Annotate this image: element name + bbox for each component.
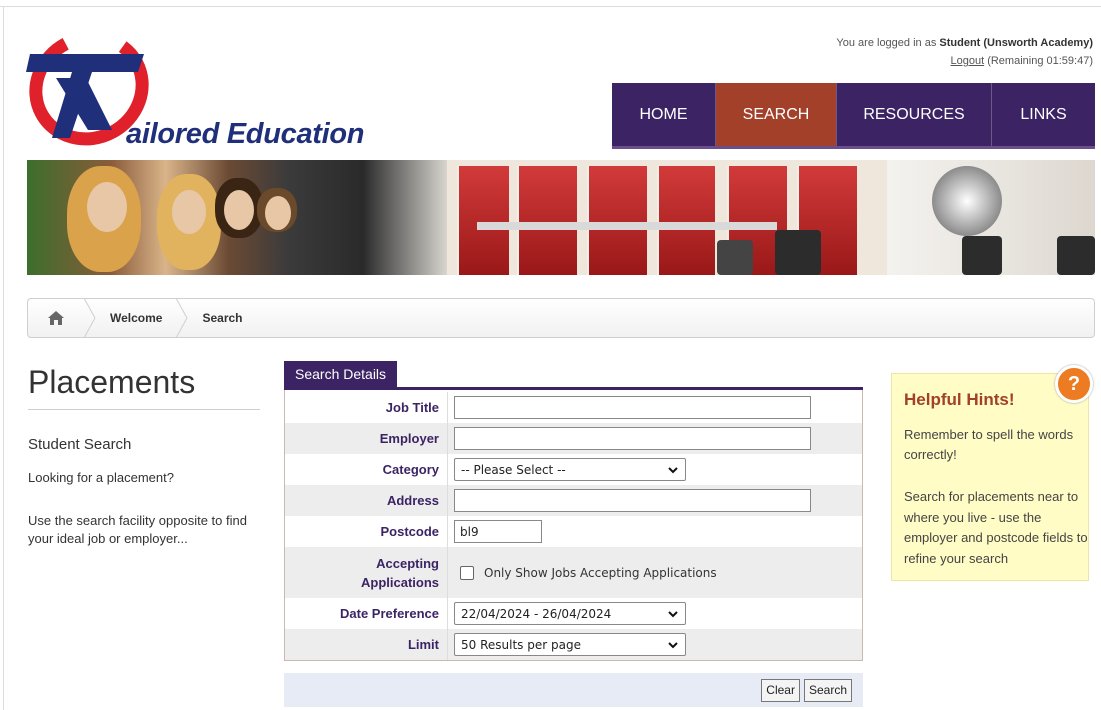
row-postcode: Postcode: [285, 516, 862, 547]
category-selected-value: -- Please Select --: [461, 462, 566, 477]
category-select[interactable]: -- Please Select --: [454, 458, 686, 481]
row-employer: Employer: [285, 423, 862, 454]
row-date-preference: Date Preference 22/04/2024 - 26/04/2024: [285, 598, 862, 629]
chevron-down-icon: [668, 610, 678, 617]
breadcrumb: Welcome Search: [27, 298, 1095, 338]
nav-home[interactable]: HOME: [612, 83, 716, 146]
accepting-label: Accepting Applications: [285, 547, 448, 598]
intro-text: Looking for a placement?: [28, 470, 174, 485]
job-title-label: Job Title: [285, 392, 448, 423]
breadcrumb-separator-icon: [176, 298, 189, 338]
breadcrumb-separator-icon: [84, 298, 96, 338]
search-form: Job Title Employer Category -- Please Se…: [284, 390, 863, 661]
search-details-tab: Search Details: [284, 361, 398, 388]
page-title: Placements: [28, 364, 196, 400]
limit-select[interactable]: 50 Results per page: [454, 633, 686, 656]
date-preference-value: 22/04/2024 - 26/04/2024: [461, 606, 612, 621]
nav-search[interactable]: SEARCH: [716, 83, 837, 146]
helpful-hints-panel: Helpful Hints! Remember to spell the wor…: [891, 373, 1089, 581]
employer-input[interactable]: [454, 427, 811, 450]
nav-resources[interactable]: RESOURCES: [837, 83, 992, 146]
session-remaining: (Remaining 01:59:47): [987, 55, 1093, 67]
home-icon: [48, 311, 64, 325]
hint-spelling: Remember to spell the words correctly!: [904, 427, 1074, 462]
title-divider: [28, 409, 260, 410]
date-preference-select[interactable]: 22/04/2024 - 26/04/2024: [454, 602, 686, 625]
accepting-label-line2: Applications: [360, 574, 439, 590]
clear-button[interactable]: Clear: [761, 678, 800, 702]
login-user: Student (Unsworth Academy): [939, 37, 1093, 49]
job-title-input[interactable]: [454, 396, 811, 419]
search-button[interactable]: Search: [803, 678, 852, 702]
breadcrumb-home[interactable]: [28, 299, 84, 337]
row-accepting: Accepting Applications Only Show Jobs Ac…: [285, 547, 862, 598]
row-job-title: Job Title: [285, 392, 862, 423]
postcode-input[interactable]: [454, 520, 542, 543]
row-limit: Limit 50 Results per page: [285, 629, 862, 660]
help-question-icon[interactable]: ?: [1055, 365, 1093, 403]
login-prefix: You are logged in as: [836, 37, 937, 49]
header-banner-image: [27, 160, 1095, 275]
frame-border-top: [0, 6, 1101, 7]
date-preference-label: Date Preference: [285, 598, 448, 629]
hints-title: Helpful Hints!: [904, 390, 1015, 409]
logo-text: ailored Education: [126, 118, 365, 150]
hint-location: Search for placements near to where you …: [904, 489, 1088, 566]
accepting-checkbox-label[interactable]: Only Show Jobs Accepting Applications: [484, 566, 717, 580]
limit-label: Limit: [285, 629, 448, 660]
address-label: Address: [285, 485, 448, 516]
breadcrumb-search: Search: [202, 311, 243, 325]
main-nav: HOME SEARCH RESOURCES LINKS: [612, 83, 1095, 149]
employer-label: Employer: [285, 423, 448, 454]
breadcrumb-welcome[interactable]: Welcome: [96, 299, 176, 337]
form-actions: Clear Search: [284, 673, 863, 707]
logo[interactable]: ailored Education: [26, 26, 436, 152]
chevron-down-icon: [668, 641, 678, 648]
address-input[interactable]: [454, 489, 811, 512]
limit-value: 50 Results per page: [461, 637, 581, 652]
instructions-text: Use the search facility opposite to find…: [28, 513, 247, 546]
frame-border-left: [3, 6, 4, 710]
nav-links[interactable]: LINKS: [992, 83, 1095, 146]
row-category: Category -- Please Select --: [285, 454, 862, 485]
accepting-checkbox[interactable]: [460, 565, 474, 580]
accepting-label-line1: Accepting: [376, 555, 439, 571]
category-label: Category: [285, 454, 448, 485]
section-subtitle: Student Search: [28, 436, 132, 453]
postcode-label: Postcode: [285, 516, 448, 547]
row-address: Address: [285, 485, 862, 516]
logout-link[interactable]: Logout: [950, 55, 984, 67]
chevron-down-icon: [668, 466, 678, 473]
login-info: You are logged in as Student (Unsworth A…: [836, 34, 1093, 70]
